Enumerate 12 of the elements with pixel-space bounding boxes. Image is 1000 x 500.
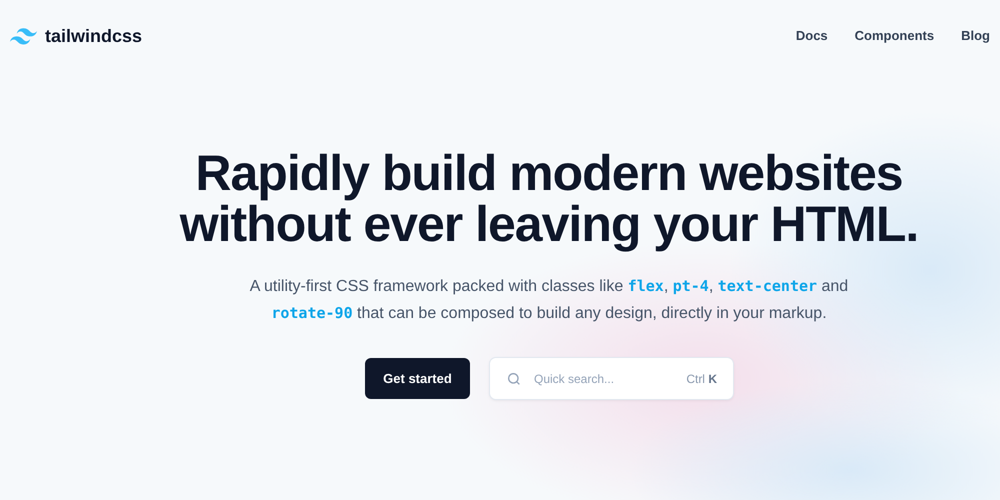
nav-link[interactable]: Blog [961, 26, 990, 46]
search-input[interactable]: Quick search... [534, 370, 686, 388]
get-started-button[interactable]: Get started [365, 358, 470, 399]
search-icon [506, 370, 522, 386]
nav-link[interactable]: Docs [796, 26, 828, 46]
brand-name: tailwindcss [45, 24, 142, 48]
search-bar[interactable]: Quick search... Ctrl K [490, 358, 733, 399]
shortcut-hint: Ctrl K [686, 370, 717, 388]
headline: Rapidly build modern websites without ever leaving your HTML. [178, 148, 920, 250]
lead-paragraph: A utility-first CSS framework packed with classes like flex, pt-4, text-center and rotate-90 that can be composed to build any design, directly in your markup. [248, 276, 850, 324]
nav-link[interactable]: Components [854, 26, 934, 46]
logo-icon [10, 28, 37, 44]
